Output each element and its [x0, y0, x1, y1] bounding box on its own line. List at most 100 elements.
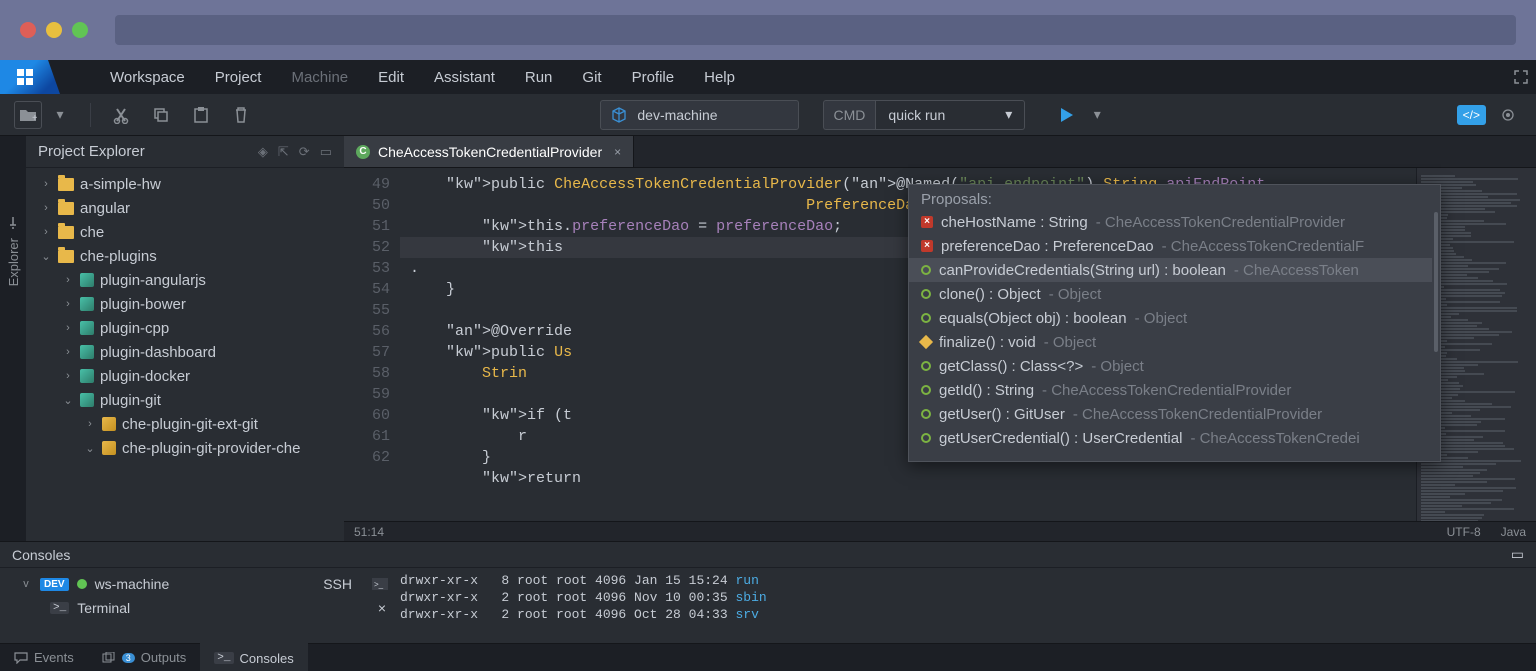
menu-project[interactable]: Project	[215, 69, 262, 86]
proposal-item[interactable]: clone() : Object - Object	[909, 282, 1432, 306]
menu-git[interactable]: Git	[582, 69, 601, 86]
ssh-label[interactable]: SSH	[323, 576, 352, 592]
project-explorer-title: Project Explorer	[38, 143, 145, 160]
file-encoding[interactable]: UTF-8	[1447, 525, 1481, 539]
collapse-icon[interactable]: ⇱	[278, 144, 289, 160]
dev-badge: DEV	[40, 578, 69, 591]
new-terminal-icon[interactable]: >_	[372, 578, 388, 590]
fullscreen-icon[interactable]	[1506, 60, 1536, 94]
proposal-signature: canProvideCredentials(String url) : bool…	[939, 262, 1226, 279]
proposal-source: - CheAccessToken	[1234, 262, 1359, 279]
tree-node-a-simple-hw[interactable]: ›a-simple-hw	[26, 172, 344, 196]
close-terminal-icon[interactable]: ×	[378, 600, 386, 616]
chevron-icon: ›	[62, 298, 74, 310]
pub-icon	[921, 265, 931, 275]
proposal-item[interactable]: cheHostName : String - CheAccessTokenCre…	[909, 210, 1432, 234]
proposal-item[interactable]: getUser() : GitUser - CheAccessTokenCred…	[909, 402, 1432, 426]
menu-profile[interactable]: Profile	[632, 69, 675, 86]
tree-label: plugin-angularjs	[100, 272, 206, 289]
cut-button[interactable]	[107, 101, 135, 129]
locate-icon[interactable]: ◈	[258, 144, 268, 160]
tab-events[interactable]: Events	[0, 644, 88, 671]
proposal-signature: getUser() : GitUser	[939, 406, 1065, 423]
menu-run[interactable]: Run	[525, 69, 553, 86]
tree-label: plugin-cpp	[100, 320, 169, 337]
proposal-item[interactable]: getUserCredential() : UserCredential - C…	[909, 426, 1432, 450]
minimize-panel-icon[interactable]: ▭	[320, 144, 332, 160]
app-logo[interactable]	[0, 60, 60, 94]
chevron-icon: ›	[62, 370, 74, 382]
line-gutter: 4950515253545556575859606162	[344, 168, 400, 521]
proposal-item[interactable]: getClass() : Class<?> - Object	[909, 354, 1432, 378]
tree-node-angular[interactable]: ›angular	[26, 196, 344, 220]
cube-icon	[611, 107, 627, 123]
titlebar	[0, 0, 1536, 60]
copy-button[interactable]	[147, 101, 175, 129]
folder-icon	[58, 178, 74, 191]
chevron-down-icon: v	[20, 578, 32, 590]
menu-workspace[interactable]: Workspace	[110, 69, 185, 86]
outputs-badge: 3	[122, 653, 135, 663]
tree-node-plugin-dashboard[interactable]: ›plugin-dashboard	[26, 340, 344, 364]
proposal-signature: getClass() : Class<?>	[939, 358, 1083, 375]
tab-consoles[interactable]: >_ Consoles	[200, 643, 307, 671]
tree-node-che-plugins[interactable]: ⌄che-plugins	[26, 244, 344, 268]
menu-help[interactable]: Help	[704, 69, 735, 86]
proposal-item[interactable]: canProvideCredentials(String url) : bool…	[909, 258, 1432, 282]
tree-node-plugin-git[interactable]: ⌄plugin-git	[26, 388, 344, 412]
popup-scrollbar[interactable]	[1432, 210, 1440, 461]
run-button[interactable]	[1057, 106, 1075, 124]
consoles-panel: Consoles ▭ v DEV ws-machine SSH >_ >_ Te…	[0, 541, 1536, 643]
proposal-source: - CheAccessTokenCredei	[1190, 430, 1359, 447]
delete-button[interactable]	[227, 101, 255, 129]
pub-icon	[921, 313, 931, 323]
command-box: CMD quick run ▾	[823, 100, 1026, 130]
tree-node-plugin-docker[interactable]: ›plugin-docker	[26, 364, 344, 388]
paste-button[interactable]	[187, 101, 215, 129]
tree-node-plugin-bower[interactable]: ›plugin-bower	[26, 292, 344, 316]
tree-node-plugin-cpp[interactable]: ›plugin-cpp	[26, 316, 344, 340]
code-mode-button[interactable]: </>	[1457, 105, 1486, 125]
settings-gear-icon[interactable]	[1494, 101, 1522, 129]
terminal-icon: >_	[50, 602, 69, 614]
new-dropdown-icon[interactable]: ▾	[46, 101, 74, 129]
proposal-item[interactable]: equals(Object obj) : boolean - Object	[909, 306, 1432, 330]
menu-machine[interactable]: Machine	[291, 69, 348, 86]
target-machine-select[interactable]: dev-machine	[600, 100, 798, 130]
tree-node-che-plugin-git-ext-git[interactable]: ›che-plugin-git-ext-git	[26, 412, 344, 436]
tab-outputs[interactable]: 3 Outputs	[88, 644, 201, 671]
close-window-button[interactable]	[20, 22, 36, 38]
console-machine-node[interactable]: v DEV ws-machine SSH >_	[0, 572, 400, 596]
svg-text:+: +	[32, 113, 37, 123]
close-tab-icon[interactable]: ×	[614, 145, 621, 159]
terminal-icon: >_	[214, 652, 233, 664]
proposal-signature: equals(Object obj) : boolean	[939, 310, 1127, 327]
chevron-icon: ›	[40, 226, 52, 238]
proposal-item[interactable]: preferenceDao : PreferenceDao - CheAcces…	[909, 234, 1432, 258]
menu-assistant[interactable]: Assistant	[434, 69, 495, 86]
terminal-node[interactable]: >_ Terminal ×	[0, 596, 400, 620]
menu-edit[interactable]: Edit	[378, 69, 404, 86]
run-dropdown-icon[interactable]: ▾	[1083, 101, 1111, 129]
tree-node-che-plugin-git-provider-che[interactable]: ⌄che-plugin-git-provider-che	[26, 436, 344, 460]
proposal-item[interactable]: getId() : String - CheAccessTokenCredent…	[909, 378, 1432, 402]
refresh-icon[interactable]: ⟳	[299, 144, 310, 160]
editor-tab[interactable]: C CheAccessTokenCredentialProvider ×	[344, 136, 634, 167]
proposal-source: - CheAccessTokenCredentialProvider	[1042, 382, 1291, 399]
address-bar[interactable]	[115, 15, 1516, 45]
maximize-panel-icon[interactable]: ▭	[1511, 546, 1524, 563]
command-select[interactable]: quick run ▾	[875, 100, 1025, 130]
explorer-tab[interactable]: Explorer	[0, 136, 26, 541]
new-file-button[interactable]: +	[14, 101, 42, 129]
proposal-signature: preferenceDao : PreferenceDao	[941, 238, 1154, 255]
proposal-source: - Object	[1049, 286, 1102, 303]
terminal-output[interactable]: drwxr-xr-x 8 root root 4096 Jan 15 15:24…	[400, 568, 1536, 643]
tree-node-che[interactable]: ›che	[26, 220, 344, 244]
editor-tabbar: C CheAccessTokenCredentialProvider ×	[344, 136, 1536, 168]
file-language[interactable]: Java	[1501, 525, 1526, 539]
explorer-tab-label: Explorer	[6, 238, 21, 286]
tree-node-plugin-angularjs[interactable]: ›plugin-angularjs	[26, 268, 344, 292]
minimize-window-button[interactable]	[46, 22, 62, 38]
maximize-window-button[interactable]	[72, 22, 88, 38]
proposal-item[interactable]: finalize() : void - Object	[909, 330, 1432, 354]
